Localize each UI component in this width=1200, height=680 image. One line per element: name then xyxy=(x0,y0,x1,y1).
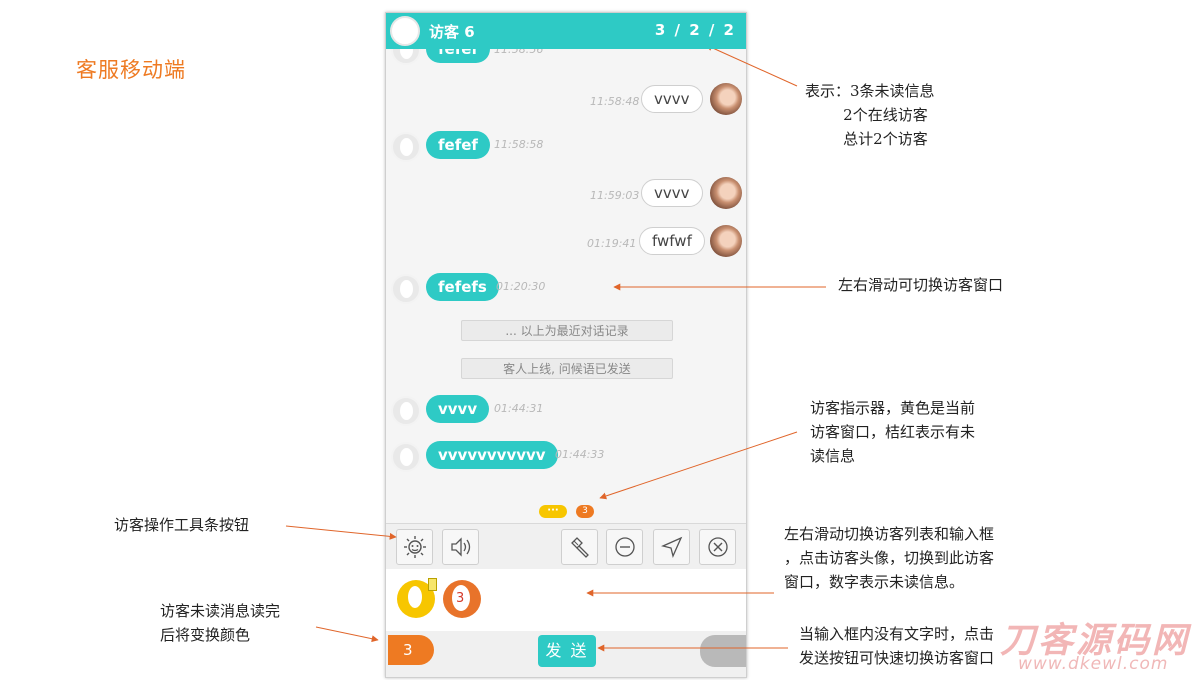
visitor-name: 访客 6 xyxy=(429,23,475,41)
watermark: 刀客源码网 www.dkewl.com xyxy=(1000,612,1196,678)
arrow-unread xyxy=(315,626,379,643)
arrow-indicator xyxy=(599,431,798,500)
visitor-avatar[interactable] xyxy=(390,16,420,46)
chat-header: 访客 6 3 / 2 / 2 xyxy=(386,13,746,49)
arrow-toolbar xyxy=(285,525,397,540)
arrow-counts xyxy=(705,44,798,87)
current-flag-icon xyxy=(428,578,437,591)
watermark-sub: www.dkewl.com xyxy=(1018,654,1169,674)
visitor-counts: 3 / 2 / 2 xyxy=(654,21,736,39)
annotation-arrows xyxy=(285,44,826,652)
